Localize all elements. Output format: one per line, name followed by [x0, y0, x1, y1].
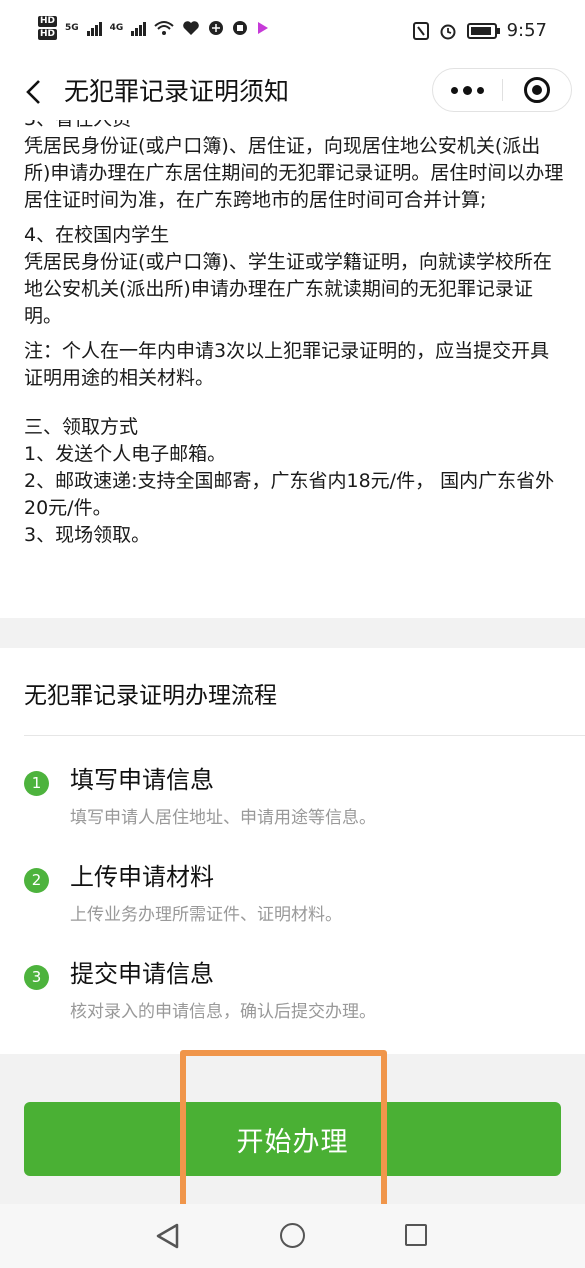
notice-section3-heading: 三、领取方式 — [24, 416, 139, 438]
battery-icon — [466, 22, 500, 39]
hd-badge-1: HD — [38, 16, 58, 27]
notice-pickup-3: 3、现场领取。 — [24, 524, 151, 546]
notice-note: 注：个人在一年内申请3次以上犯罪记录证明的，应当提交开具证明用途的相关材料。 — [24, 340, 550, 389]
more-button[interactable] — [433, 68, 502, 112]
nav-bar: 无犯罪记录证明须知 — [0, 64, 585, 120]
app-icon-2 — [233, 21, 248, 35]
process-title: 无犯罪记录证明办理流程 — [24, 683, 277, 709]
system-back-icon[interactable] — [154, 1222, 180, 1250]
step-description: 填写申请人居住地址、申请用途等信息。 — [70, 808, 376, 828]
back-button[interactable] — [18, 74, 48, 110]
step-description: 核对录入的申请信息，确认后提交办理。 — [70, 1002, 376, 1022]
app-icon-1 — [209, 21, 224, 35]
page-title: 无犯罪记录证明须知 — [64, 77, 290, 106]
heart-icon — [183, 21, 200, 35]
system-recents-icon[interactable] — [405, 1224, 427, 1246]
system-home-icon[interactable] — [280, 1223, 305, 1248]
network-5g-label: 5G — [65, 23, 79, 33]
target-icon — [523, 77, 550, 103]
process-section: 无犯罪记录证明办理流程 1 填写申请信息 填写申请人居住地址、申请用途等信息。 … — [0, 648, 585, 1054]
step-number-badge: 3 — [24, 965, 49, 990]
step-number-badge: 2 — [24, 868, 49, 893]
close-miniprogram-button[interactable] — [503, 68, 572, 112]
divider — [24, 735, 585, 736]
status-left: HD HD 5G 4G — [38, 16, 270, 40]
highlight-annotation — [180, 1050, 387, 1210]
notice-item3-body: 凭居民身份证(或户口簿)、居住证，向现居住地公安机关(派出所)申请办理在广东居住… — [24, 135, 564, 211]
notice-item4-body: 凭居民身份证(或户口簿)、学生证或学籍证明，向就读学校所在地公安机关(派出所)申… — [24, 251, 552, 327]
more-dot-icon — [450, 86, 458, 94]
notice-content: 3、香住人员 凭居民身份证(或户口簿)、居住证，向现居住地公安机关(派出所)申请… — [0, 120, 585, 618]
step-number-badge: 1 — [24, 771, 49, 796]
alarm-icon — [440, 24, 456, 39]
nfc-icon — [412, 21, 429, 40]
signal-icon-2 — [131, 20, 147, 36]
status-right: 9:57 — [412, 20, 547, 41]
notice-pickup-2: 2、邮政速递:支持全国邮寄，广东省内18元/件， 国内广东省外20元/件。 — [24, 470, 555, 519]
step-description: 上传业务办理所需证件、证明材料。 — [70, 905, 342, 925]
step-title: 填写申请信息 — [70, 766, 214, 794]
status-bar: HD HD 5G 4G 9:57 — [0, 0, 585, 64]
hd-indicators: HD HD — [38, 16, 58, 40]
more-dot-icon — [462, 85, 472, 95]
notice-item4-heading: 4、在校国内学生 — [24, 224, 170, 246]
status-time: 9:57 — [506, 20, 547, 41]
notice-partial-heading: 3、香住人员 — [24, 120, 564, 133]
system-nav-bar — [0, 1204, 585, 1268]
video-app-icon — [258, 22, 269, 34]
step-title: 提交申请信息 — [70, 960, 214, 988]
more-dot-icon — [476, 86, 484, 94]
step-title: 上传申请材料 — [70, 863, 214, 891]
hd-badge-2: HD — [38, 29, 58, 40]
section-separator — [0, 618, 585, 648]
miniprogram-capsule — [432, 68, 572, 112]
wifi-icon — [154, 21, 174, 35]
network-4g-label: 4G — [109, 23, 124, 33]
chevron-left-icon — [26, 80, 40, 104]
notice-pickup-1: 1、发送个人电子邮箱。 — [24, 443, 227, 465]
signal-icon — [86, 20, 102, 36]
